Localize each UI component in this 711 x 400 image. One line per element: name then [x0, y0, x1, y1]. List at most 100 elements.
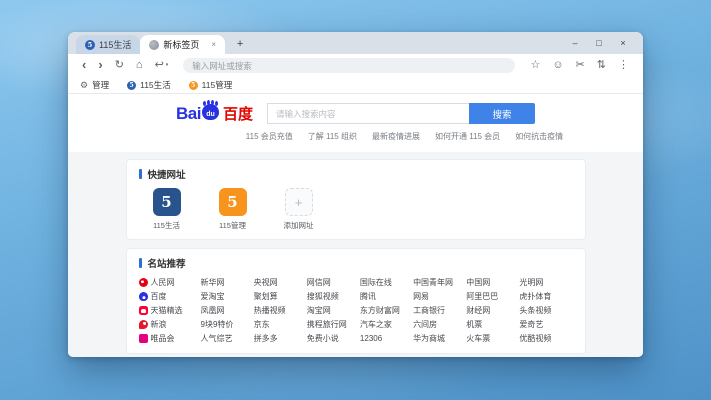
tab-new-tab-page[interactable]: 新标签页 ×	[140, 35, 225, 54]
new-tab-button[interactable]: +	[232, 36, 248, 52]
famous-sites-title: 名站推荐	[148, 256, 186, 270]
vipshop-icon	[139, 334, 148, 343]
baidu-search-zone: Bai du 百度 搜索 115 会员充值 了解 115 组织 最新疫情进展 如何开通…	[68, 94, 643, 152]
new-tab-page-icon	[149, 40, 159, 50]
plus-icon: +	[285, 188, 313, 216]
recently-closed-icon[interactable]: ↩▾	[150, 58, 174, 73]
hot-link[interactable]: 如何开通 115 会员	[435, 131, 500, 142]
sina-icon	[139, 320, 148, 329]
quick-site-label: 115生活	[153, 220, 180, 231]
site-link[interactable]: 华为商城	[413, 333, 466, 344]
quick-site-tile[interactable]: 5115生活	[145, 188, 189, 231]
site-link[interactable]: 新华网	[201, 277, 254, 288]
tab-close-icon[interactable]: ×	[211, 41, 216, 49]
site-link[interactable]: 唯品会	[139, 333, 201, 344]
bookmark-item[interactable]: ⚙管理	[80, 79, 109, 91]
site-link[interactable]: 六间房	[413, 319, 466, 330]
section-accent-bar	[139, 169, 142, 179]
site-link[interactable]: 拼多多	[254, 333, 307, 344]
site-link[interactable]: 12306	[360, 334, 413, 343]
tmall-icon	[139, 306, 148, 315]
site-link[interactable]: 工商银行	[413, 305, 466, 316]
bookmark-star-icon[interactable]: ☆	[525, 58, 545, 73]
browser-window: 5 115生活 新标签页 × + – □ × ‹›↻⌂↩▾ ☆☺✂⇅⋮ ⚙管理 5…	[68, 32, 643, 357]
home-icon[interactable]: ⌂	[131, 58, 148, 73]
site-link[interactable]: 虎扑体育	[519, 291, 572, 302]
back-icon[interactable]: ‹	[77, 58, 91, 73]
tab-115-favicon-icon: 5	[85, 40, 95, 50]
site-link[interactable]: 携程旅行网	[307, 319, 360, 330]
site-link[interactable]: 9块9特价	[201, 319, 254, 330]
site-link[interactable]: 淘宝网	[307, 305, 360, 316]
forward-icon[interactable]: ›	[93, 58, 107, 73]
window-controls: – □ ×	[563, 34, 635, 52]
site-link[interactable]: 腾讯	[360, 291, 413, 302]
site-link[interactable]: 中国网	[466, 277, 519, 288]
site-link[interactable]: 财经网	[466, 305, 519, 316]
section-accent-bar	[139, 258, 142, 268]
bookmark-label: 115生活	[140, 79, 171, 91]
site-link[interactable]: 国际在线	[360, 277, 413, 288]
quick-site-tile[interactable]: 5115管理	[211, 188, 255, 231]
renmin-icon	[139, 278, 148, 287]
baidu-logo: Bai du 百度	[176, 103, 253, 124]
site-link[interactable]: 新浪	[139, 319, 201, 330]
site-link[interactable]: 天猫精选	[139, 305, 201, 316]
toolbar: ‹›↻⌂↩▾ ☆☺✂⇅⋮	[68, 54, 643, 77]
bookmark-item[interactable]: 5 115生活	[127, 79, 171, 91]
baidu-paw-icon	[139, 292, 148, 301]
desktop: { "window": { "tabs": [ { "label": "115生…	[0, 0, 711, 400]
baidu-search-input[interactable]	[267, 103, 469, 124]
famous-sites-row: 天猫精选凤凰网热播视频淘宝网东方财富网工商银行财经网头条视频	[139, 303, 573, 317]
site-link[interactable]: 网信网	[307, 277, 360, 288]
hot-link[interactable]: 了解 115 组织	[308, 131, 357, 142]
site-link[interactable]: 阿里巴巴	[466, 291, 519, 302]
site-link[interactable]: 免费小说	[307, 333, 360, 344]
bookmark-item[interactable]: 5115管理	[189, 79, 233, 91]
site-link[interactable]: 人民网	[139, 277, 201, 288]
site-link[interactable]: 京东	[254, 319, 307, 330]
site-link[interactable]: 搜狐视频	[307, 291, 360, 302]
menu-dots-icon[interactable]: ⋮	[613, 58, 634, 73]
baidu-logo-bai: Bai	[176, 104, 201, 124]
site-link[interactable]: 热播视频	[254, 305, 307, 316]
close-button[interactable]: ×	[611, 34, 635, 52]
hot-link[interactable]: 最新疫情进展	[372, 131, 420, 142]
feedback-face-icon[interactable]: ☺	[547, 58, 568, 73]
site-link[interactable]: 光明网	[519, 277, 572, 288]
hot-links-row: 115 会员充值 了解 115 组织 最新疫情进展 如何开通 115 会员 如何抗击疫情	[166, 131, 643, 142]
site-link[interactable]: 网易	[413, 291, 466, 302]
site-link[interactable]: 头条视频	[519, 305, 572, 316]
address-bar[interactable]	[183, 58, 515, 73]
site-link[interactable]: 机票	[466, 319, 519, 330]
tab-115-life[interactable]: 5 115生活	[76, 35, 140, 54]
site-link[interactable]: 央视网	[254, 277, 307, 288]
site-link[interactable]: 爱淘宝	[201, 291, 254, 302]
screenshot-scissors-icon[interactable]: ✂	[571, 58, 590, 73]
site-link[interactable]: 聚划算	[254, 291, 307, 302]
reload-icon[interactable]: ↻	[110, 58, 129, 73]
site-badge-icon: 5	[127, 81, 136, 90]
site-link[interactable]: 百度	[139, 291, 201, 302]
site-link[interactable]: 汽车之家	[360, 319, 413, 330]
site-link[interactable]: 火车票	[466, 333, 519, 344]
cards-zone: 快捷网址 5115生活5115管理+添加网址 名站推荐 人民网新华网央视网网信网…	[68, 152, 643, 357]
add-site-button[interactable]: +添加网址	[277, 188, 321, 231]
traffic-updown-icon[interactable]: ⇅	[592, 58, 611, 73]
hot-link[interactable]: 115 会员充值	[246, 131, 293, 142]
baidu-search-button[interactable]: 搜索	[469, 103, 535, 124]
gear-icon: ⚙	[80, 81, 88, 90]
site-badge-icon: 5	[189, 81, 198, 90]
site-link[interactable]: 爱奇艺	[519, 319, 572, 330]
site-link[interactable]: 人气综艺	[201, 333, 254, 344]
hot-link[interactable]: 如何抗击疫情	[515, 131, 563, 142]
dropdown-caret-icon: ▾	[166, 63, 169, 68]
site-link[interactable]: 东方财富网	[360, 305, 413, 316]
maximize-button[interactable]: □	[587, 34, 611, 52]
minimize-button[interactable]: –	[563, 34, 587, 52]
address-input[interactable]	[192, 61, 506, 71]
site-link[interactable]: 凤凰网	[201, 305, 254, 316]
site-link[interactable]: 优酷视频	[519, 333, 572, 344]
site-link[interactable]: 中国青年网	[413, 277, 466, 288]
nav-icons: ‹›↻⌂↩▾	[77, 58, 173, 73]
